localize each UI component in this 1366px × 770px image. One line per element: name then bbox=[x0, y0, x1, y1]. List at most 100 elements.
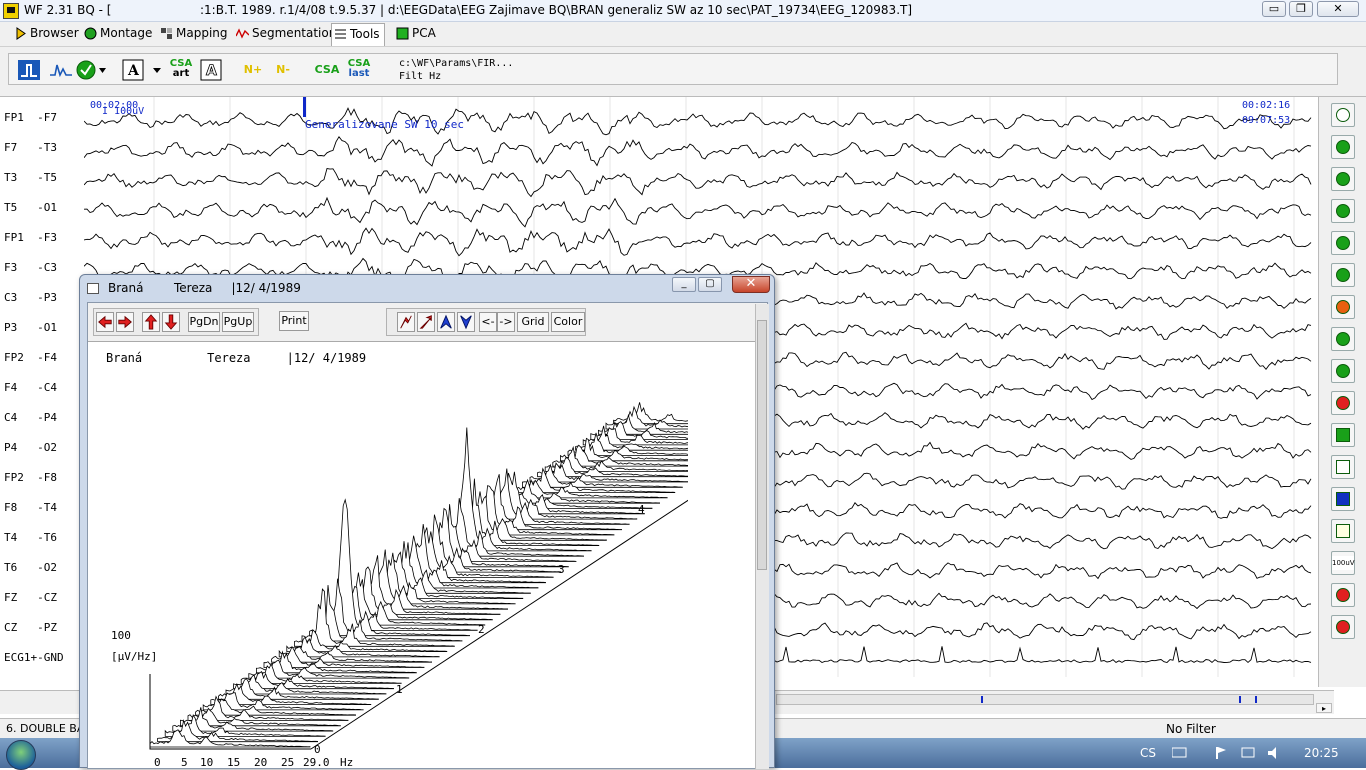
csa-button[interactable]: CSA bbox=[313, 59, 341, 81]
diamond-icon[interactable] bbox=[1331, 103, 1355, 127]
channel-label[interactable]: FP2 -F4 bbox=[4, 351, 57, 364]
chevron-down-icon[interactable] bbox=[151, 59, 163, 81]
eeg-trace[interactable] bbox=[84, 167, 1312, 198]
channel-label[interactable]: T5 -O1 bbox=[4, 201, 57, 214]
menu-mapping[interactable]: Mapping bbox=[158, 26, 228, 44]
channel-label[interactable]: F8 -T4 bbox=[4, 501, 57, 514]
map-icon[interactable] bbox=[1331, 295, 1355, 319]
a-icon[interactable] bbox=[1331, 231, 1355, 255]
blue-square-icon[interactable] bbox=[1331, 487, 1355, 511]
scroll-track[interactable] bbox=[776, 694, 1314, 705]
channel-label[interactable]: P4 -O2 bbox=[4, 441, 57, 454]
text-a-outline-icon[interactable]: A bbox=[199, 59, 223, 81]
shift-right-button[interactable]: -> bbox=[497, 312, 515, 332]
right-toolbar: 100uV bbox=[1318, 97, 1366, 687]
app-icon bbox=[3, 3, 19, 19]
window-icon bbox=[87, 283, 99, 294]
channel-label[interactable]: T6 -O2 bbox=[4, 561, 57, 574]
channel-label[interactable]: C3 -P3 bbox=[4, 291, 57, 304]
color-button[interactable]: Color bbox=[551, 312, 585, 332]
rotate-left-red-icon[interactable] bbox=[397, 312, 415, 332]
channel-label[interactable]: FP1 -F7 bbox=[4, 111, 57, 124]
menu-tools[interactable]: Tools bbox=[331, 23, 385, 46]
channel-label[interactable]: P3 -O1 bbox=[4, 321, 57, 334]
eeg-trace[interactable] bbox=[84, 227, 1312, 257]
equal-icon[interactable] bbox=[1331, 167, 1355, 191]
close-red-icon[interactable] bbox=[1331, 615, 1355, 639]
event-marker[interactable] bbox=[303, 97, 306, 117]
channel-label[interactable]: F3 -C3 bbox=[4, 261, 57, 274]
text-a-icon[interactable]: A bbox=[121, 59, 145, 81]
menu-pca[interactable]: PCA bbox=[394, 26, 436, 44]
n-minus-button[interactable]: N- bbox=[271, 59, 295, 81]
csa-maximize-button[interactable]: ▢ bbox=[698, 277, 722, 292]
s-icon[interactable] bbox=[1331, 199, 1355, 223]
channel-label[interactable]: F7 -T3 bbox=[4, 141, 57, 154]
tilt-down-blue-icon[interactable] bbox=[457, 312, 475, 332]
channel-label[interactable]: FZ -CZ bbox=[4, 591, 57, 604]
restore-button[interactable]: ❐ bbox=[1289, 1, 1313, 17]
app-title: WF 2.31 BQ - [ bbox=[24, 3, 112, 17]
csa-art-button[interactable]: CSA art bbox=[167, 59, 195, 81]
n-plus-button[interactable]: N+ bbox=[241, 59, 265, 81]
rotate-right-red-icon[interactable] bbox=[417, 312, 435, 332]
csa-minimize-button[interactable]: _ bbox=[672, 277, 696, 292]
i-icon[interactable] bbox=[1331, 263, 1355, 287]
eeg-trace[interactable] bbox=[84, 196, 1312, 228]
green-square-icon[interactable] bbox=[1331, 423, 1355, 447]
start-button[interactable] bbox=[6, 740, 36, 770]
channel-label[interactable]: ECG1+-GND bbox=[4, 651, 64, 664]
print-button[interactable]: Print bbox=[279, 311, 309, 331]
close-button[interactable]: ✕ bbox=[1317, 1, 1359, 17]
menu-montage[interactable]: Montage bbox=[82, 26, 152, 44]
minimize-button[interactable]: ▭ bbox=[1262, 1, 1286, 17]
svg-text:A: A bbox=[206, 63, 217, 79]
left-arrow-icon[interactable] bbox=[96, 312, 114, 332]
csa-close-button[interactable]: ✕ bbox=[732, 276, 770, 293]
channel-label[interactable]: T4 -T6 bbox=[4, 531, 57, 544]
language-indicator[interactable]: CS bbox=[1140, 746, 1156, 760]
tilt-up-blue-icon[interactable] bbox=[437, 312, 455, 332]
arrow-icon bbox=[16, 27, 26, 40]
channel-label[interactable]: C4 -P4 bbox=[4, 411, 57, 424]
down-arrow-icon[interactable] bbox=[162, 312, 180, 332]
scale-glyph: 100uV bbox=[1332, 556, 1355, 570]
channel-label[interactable]: T3 -T5 bbox=[4, 171, 57, 184]
filter-path-display: c:\WF\Params\FIR... Filt Hz bbox=[399, 57, 513, 83]
event-marker-label[interactable]: Generalizovane SW 10 sec bbox=[305, 118, 464, 131]
menu-segmentation[interactable]: Segmentation bbox=[234, 26, 336, 44]
i-glyph bbox=[1336, 268, 1350, 282]
right-arrow-icon[interactable] bbox=[116, 312, 134, 332]
csa-window-title: Braná Tereza |12/ 4/1989 bbox=[108, 281, 301, 295]
csa-last-button[interactable]: CSA last bbox=[345, 59, 373, 81]
pause-icon[interactable] bbox=[1331, 135, 1355, 159]
time-axis-tick: 2 bbox=[478, 623, 485, 636]
up-arrow-icon[interactable] bbox=[142, 312, 160, 332]
scroll-right-button[interactable]: ▸ bbox=[1316, 703, 1332, 713]
page-down-button[interactable]: PgDn bbox=[188, 312, 220, 332]
map-head-green-icon[interactable] bbox=[1331, 359, 1355, 383]
record-icon[interactable] bbox=[1331, 583, 1355, 607]
menu-browser[interactable]: Browser bbox=[12, 26, 79, 44]
grid-button[interactable]: Grid bbox=[517, 312, 549, 332]
channel-label[interactable]: FP1 -F3 bbox=[4, 231, 57, 244]
map-head-red-icon[interactable] bbox=[1331, 391, 1355, 415]
eeg-trace[interactable] bbox=[84, 107, 1312, 136]
scale-icon[interactable]: 100uV bbox=[1331, 551, 1355, 575]
channel-label[interactable]: F4 -C4 bbox=[4, 381, 57, 394]
filter-icon[interactable] bbox=[75, 59, 107, 81]
map-head-icon[interactable] bbox=[1331, 327, 1355, 351]
map-head-green-glyph bbox=[1336, 364, 1350, 378]
signal-view-icon[interactable] bbox=[17, 59, 41, 81]
note-icon[interactable] bbox=[1331, 519, 1355, 543]
shift-left-button[interactable]: <- bbox=[479, 312, 497, 332]
scroll-thumb[interactable] bbox=[757, 320, 767, 570]
waveform-icon[interactable] bbox=[49, 59, 73, 81]
channel-label[interactable]: FP2 -F8 bbox=[4, 471, 57, 484]
eeg-trace[interactable] bbox=[84, 136, 1312, 167]
tray-icons[interactable] bbox=[1172, 747, 1282, 759]
printer-icon[interactable] bbox=[1331, 455, 1355, 479]
channel-label[interactable]: CZ -PZ bbox=[4, 621, 57, 634]
page-up-button[interactable]: PgUp bbox=[222, 312, 254, 332]
csa-vertical-scrollbar[interactable] bbox=[755, 304, 769, 769]
